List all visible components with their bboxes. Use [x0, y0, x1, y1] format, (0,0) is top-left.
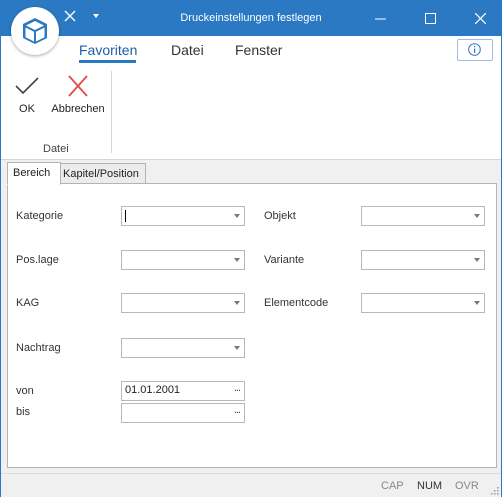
kategorie-combo[interactable] — [121, 206, 245, 226]
kag-label: KAG — [16, 297, 40, 309]
close-button[interactable] — [463, 1, 497, 36]
menu-datei[interactable]: Datei — [171, 42, 204, 58]
tab-bereich[interactable]: Bereich — [7, 162, 61, 185]
ribbon-group-label: Datei — [43, 143, 69, 155]
minimize-button[interactable] — [363, 1, 397, 36]
kag-combo[interactable] — [121, 293, 245, 313]
bereich-panel: Kategorie Objekt Pos.lage Variante KAG E… — [7, 183, 497, 468]
menu-favoriten[interactable]: Favoriten — [79, 42, 137, 58]
tab-kapitel-position[interactable]: Kapitel/Position — [57, 163, 146, 185]
caps-lock-indicator: CAP — [381, 480, 404, 492]
von-value: 01.01.2001 — [125, 384, 181, 396]
chevron-down-icon[interactable] — [234, 346, 240, 350]
ellipsis-button[interactable]: ... — [234, 382, 241, 394]
cancel-button-label: Abbrechen — [51, 103, 105, 115]
ok-button-label: OK — [19, 103, 35, 115]
bis-label: bis — [16, 406, 31, 418]
nachtrag-label: Nachtrag — [16, 342, 61, 354]
menu-fenster[interactable]: Fenster — [235, 42, 282, 58]
variante-label: Variante — [264, 254, 305, 266]
status-bar: CAP NUM OVR — [1, 473, 501, 497]
von-label: von — [16, 385, 34, 397]
ribbon: OK Abbrechen Datei — [1, 63, 501, 160]
chevron-down-icon[interactable] — [234, 214, 240, 218]
info-icon — [468, 43, 481, 56]
checkmark-icon — [15, 77, 39, 95]
ellipsis-button[interactable]: ... — [234, 404, 241, 416]
chevron-down-icon[interactable] — [234, 258, 240, 262]
menu-bar: Favoriten Datei Fenster — [1, 36, 501, 63]
num-lock-indicator: NUM — [417, 480, 443, 492]
dropdown-arrow-icon[interactable] — [91, 11, 101, 19]
elementcode-combo[interactable] — [361, 293, 485, 313]
bis-date-field[interactable]: ... — [121, 403, 245, 423]
overwrite-indicator: OVR — [455, 480, 479, 492]
chevron-down-icon[interactable] — [474, 258, 480, 262]
info-button[interactable] — [457, 39, 493, 61]
chevron-down-icon[interactable] — [474, 301, 480, 305]
elementcode-label: Elementcode — [264, 297, 329, 309]
tab-control: Bereich Kapitel/Position Kategorie Objek… — [5, 161, 499, 468]
title-bar: Druckeinstellungen festlegen — [1, 1, 501, 36]
x-tool-icon[interactable] — [63, 9, 77, 23]
maximize-button[interactable] — [413, 1, 447, 36]
poslage-label: Pos.lage — [16, 254, 59, 266]
resize-grip-icon[interactable] — [489, 485, 499, 495]
objekt-combo[interactable] — [361, 206, 485, 226]
objekt-label: Objekt — [264, 210, 296, 222]
nachtrag-combo[interactable] — [121, 338, 245, 358]
cancel-button[interactable]: Abbrechen — [51, 75, 105, 115]
cube-logo-icon[interactable] — [11, 7, 59, 55]
window-title: Druckeinstellungen festlegen — [180, 12, 322, 24]
von-date-field[interactable]: 01.01.2001 ... — [121, 381, 245, 401]
chevron-down-icon[interactable] — [474, 214, 480, 218]
print-settings-window: Druckeinstellungen festlegen Favoriten D… — [0, 0, 502, 497]
poslage-combo[interactable] — [121, 250, 245, 270]
chevron-down-icon[interactable] — [234, 301, 240, 305]
red-x-icon — [68, 75, 88, 97]
ok-button[interactable]: OK — [9, 75, 45, 115]
variante-combo[interactable] — [361, 250, 485, 270]
text-cursor — [125, 210, 126, 222]
kategorie-label: Kategorie — [16, 210, 64, 222]
ribbon-group-separator — [111, 71, 112, 153]
